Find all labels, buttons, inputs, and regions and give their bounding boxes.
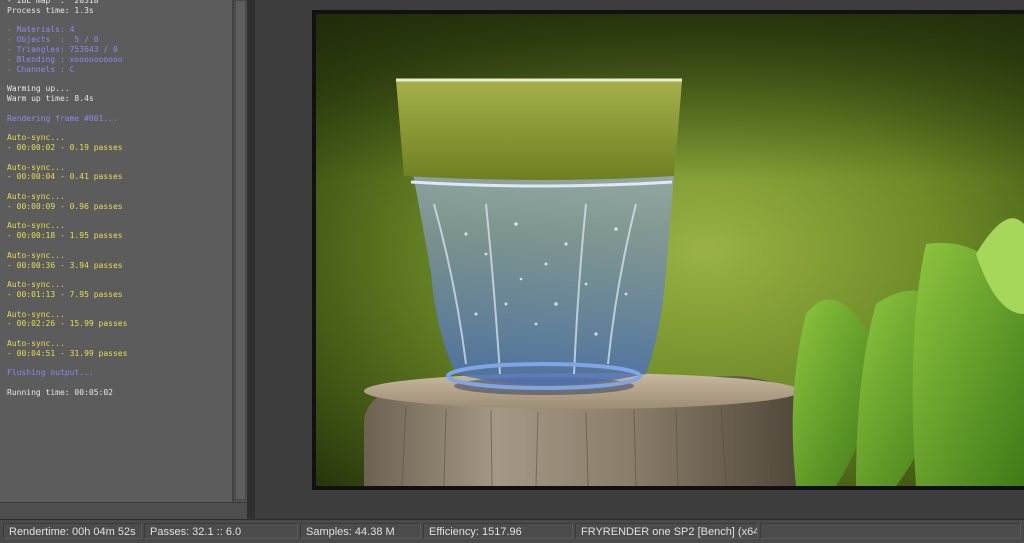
log-line: Flushing output...: [7, 368, 94, 378]
log-line: Auto-sync...: [7, 191, 65, 201]
log-line: - 00:04:51 - 31.99 passes: [7, 348, 128, 358]
render-log-panel: - IBL map : 20318 Process time: 1.3s - Mat…: [0, 0, 233, 502]
log-line: - 00:02:26 - 15.99 passes: [7, 319, 128, 329]
log-line: Process time: 1.3s: [7, 5, 94, 15]
log-line: - 00:00:18 - 1.95 passes: [7, 231, 123, 241]
status-samples: Samples: 44.38 M: [300, 523, 421, 539]
render-log: - IBL map : 20318 Process time: 1.3s - Mat…: [0, 0, 232, 398]
panel-splitter[interactable]: [247, 0, 255, 518]
log-line: - 00:00:04 - 0.41 passes: [7, 172, 123, 182]
log-scrollbar[interactable]: [233, 0, 247, 502]
log-line: - Materials: 4: [7, 25, 75, 35]
log-line: Auto-sync...: [7, 338, 65, 348]
log-line: Warm up time: 8.4s: [7, 93, 94, 103]
rendered-image: [316, 14, 1024, 486]
log-line: Auto-sync...: [7, 280, 65, 290]
status-empty: [760, 523, 1021, 539]
log-line: - Objects : 5 / 0: [7, 35, 99, 45]
status-efficiency: Efficiency: 1517.96: [423, 523, 573, 539]
status-product: FRYRENDER one SP2 [Bench] (x64): [575, 523, 758, 539]
log-line: - Triangles: 753643 / 0: [7, 44, 118, 54]
status-bar: Rendertime: 00h 04m 52s Passes: 32.1 :: …: [0, 519, 1024, 543]
log-line: Auto-sync...: [7, 309, 65, 319]
log-line: - 00:00:02 - 0.19 passes: [7, 142, 123, 152]
log-line: Auto-sync...: [7, 250, 65, 260]
log-line: - Blending : xoooooooooo: [7, 54, 123, 64]
log-line: - 00:00:09 - 0.96 passes: [7, 201, 123, 211]
log-line: - Channels : C: [7, 64, 75, 74]
log-line: Auto-sync...: [7, 133, 65, 143]
status-rendertime: Rendertime: 00h 04m 52s: [3, 523, 142, 539]
log-line: - 00:00:36 - 3.94 passes: [7, 260, 123, 270]
log-line: Auto-sync...: [7, 162, 65, 172]
log-line: Warming up...: [7, 84, 70, 94]
rendered-glass-scene: [316, 14, 1024, 486]
log-line: - 00:01:13 - 7.95 passes: [7, 289, 123, 299]
log-line: Running time: 00:05:02: [7, 387, 113, 397]
log-line: Rendering frame #001...: [7, 113, 118, 123]
status-passes: Passes: 32.1 :: 6.0: [144, 523, 298, 539]
log-line: Auto-sync...: [7, 221, 65, 231]
log-horizontal-scrollbar[interactable]: [0, 502, 247, 519]
log-scroll-thumb[interactable]: [235, 0, 246, 500]
